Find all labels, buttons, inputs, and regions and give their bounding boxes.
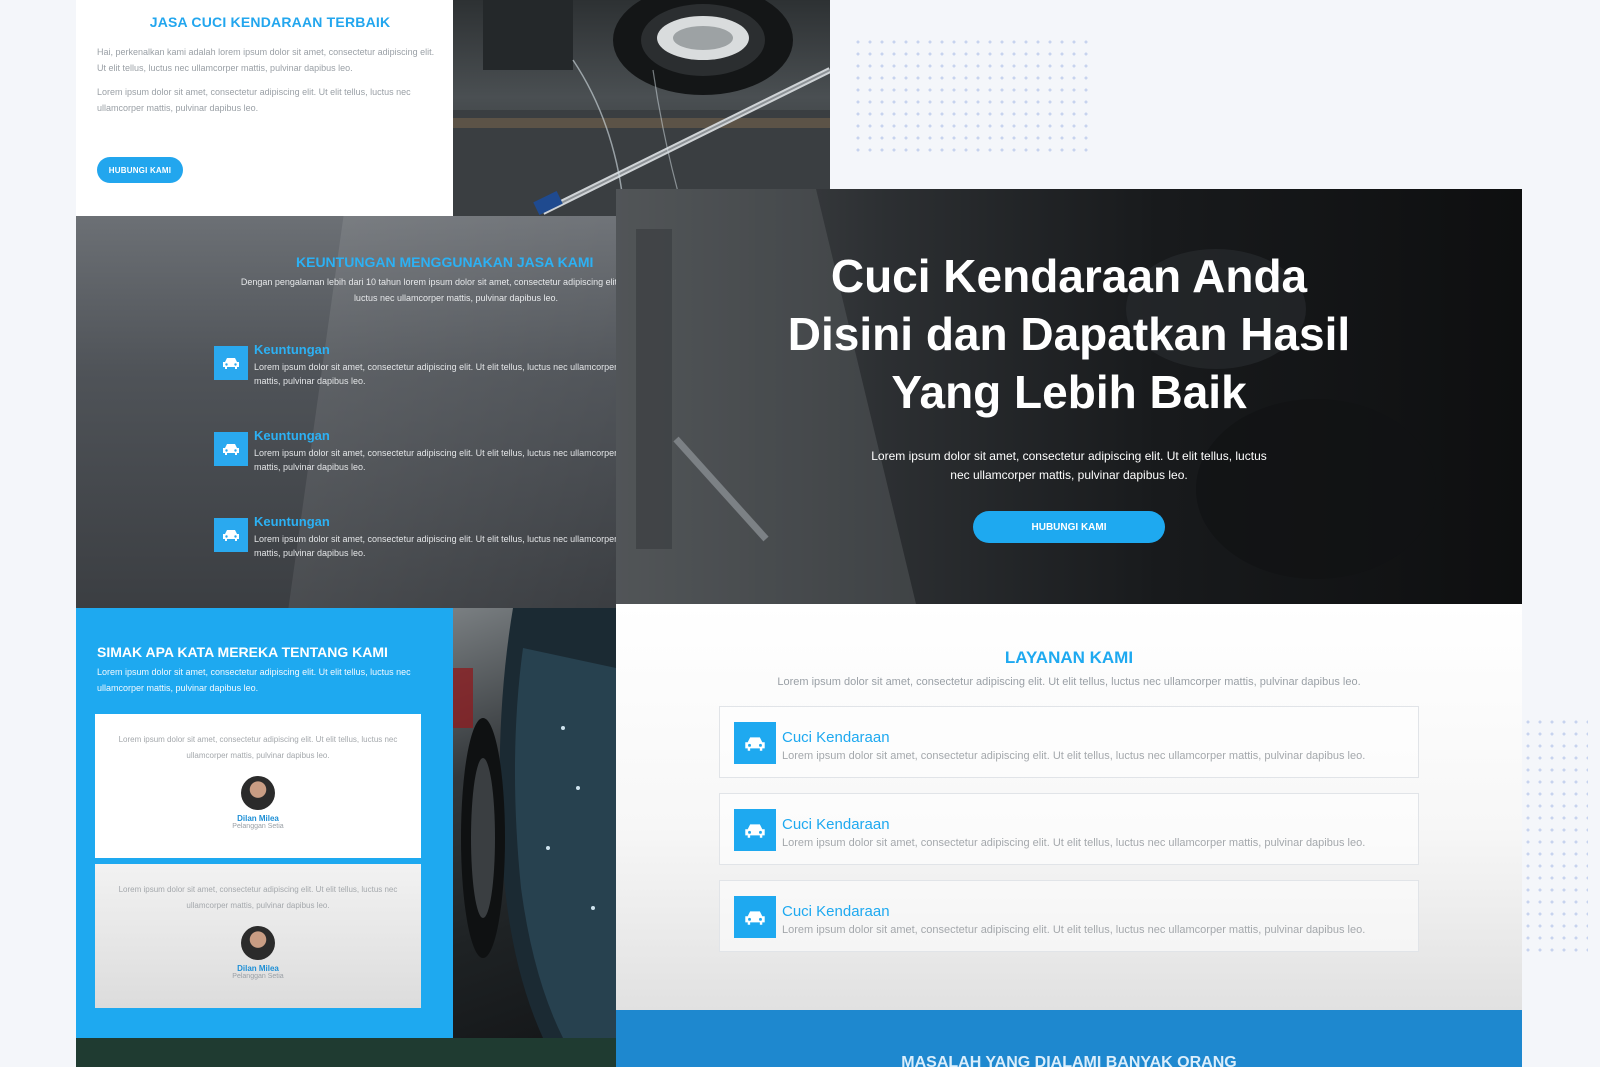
benefit-text: Lorem ipsum dolor sit amet, consectetur …	[254, 362, 616, 386]
hero-title: Cuci Kendaraan Anda Disini dan Dapatkan …	[616, 247, 1522, 421]
benefits-subtitle: Dengan pengalaman lebih dari 10 tahun lo…	[240, 277, 616, 303]
car-wash-photo	[453, 0, 830, 216]
avatar	[241, 926, 275, 960]
testimonial-name: Dilan Milea	[237, 964, 279, 973]
services-title: LAYANAN KAMI	[1004, 648, 1134, 667]
car-icon	[734, 722, 776, 764]
benefit-item: Keuntungan Lorem ipsum dolor sit amet, c…	[214, 342, 616, 398]
benefit-text: Lorem ipsum dolor sit amet, consectetur …	[254, 448, 616, 472]
about-contact-button[interactable]: HUBUNGI KAMI	[97, 157, 183, 183]
wet-car-photo	[453, 608, 616, 1038]
testimonials-section: SIMAK APA KATA MEREKA TENTANG KAMI Lorem…	[76, 608, 616, 1038]
hero-contact-button[interactable]: HUBUNGI KAMI	[973, 511, 1165, 543]
services-section: LAYANAN KAMI Lorem ipsum dolor sit amet,…	[616, 604, 1522, 1010]
hero-title-line-2: Disini dan Dapatkan Hasil	[787, 308, 1351, 360]
benefit-title: Keuntungan	[254, 514, 330, 529]
next-section-peek	[76, 1038, 616, 1067]
car-icon	[214, 518, 248, 552]
benefit-text: Lorem ipsum dolor sit amet, consectetur …	[254, 534, 616, 558]
testimonials-title: SIMAK APA KATA MEREKA TENTANG KAMI	[97, 644, 388, 660]
wet-car-illustration	[453, 608, 616, 1038]
about-section: JASA CUCI KENDARAAN TERBAIK Hai, perkena…	[76, 0, 830, 216]
hero-section: Cuci Kendaraan Anda Disini dan Dapatkan …	[616, 189, 1522, 604]
testimonials-subtitle: Lorem ipsum dolor sit amet, consectetur …	[97, 667, 411, 693]
problems-section: MASALAH YANG DIALAMI BANYAK ORANG	[616, 1010, 1522, 1067]
benefits-title: KEUNTUNGAN MENGGUNAKAN JASA KAMI	[296, 254, 594, 270]
service-text: Lorem ipsum dolor sit amet, consectetur …	[782, 837, 1366, 849]
testimonial-text: Lorem ipsum dolor sit amet, consectetur …	[118, 735, 398, 760]
service-card: Cuci Kendaraan Lorem ipsum dolor sit ame…	[719, 706, 1419, 778]
car-icon	[214, 432, 248, 466]
hero-title-line-3: Yang Lebih Baik	[891, 366, 1247, 418]
service-card: Cuci Kendaraan Lorem ipsum dolor sit ame…	[719, 793, 1419, 865]
testimonial-text: Lorem ipsum dolor sit amet, consectetur …	[118, 885, 398, 910]
testimonial-card: Lorem ipsum dolor sit amet, consectetur …	[95, 864, 421, 1008]
car-icon	[734, 809, 776, 851]
pressure-washer-illustration	[453, 0, 830, 216]
service-title: Cuci Kendaraan	[782, 903, 890, 920]
about-paragraph-1: Hai, perkenalkan kami adalah lorem ipsum…	[97, 47, 435, 73]
car-icon	[734, 896, 776, 938]
dot-grid-decoration-right	[1522, 716, 1588, 956]
dot-grid-decoration-top	[852, 36, 1092, 156]
testimonial-role: Pelanggan Setia	[232, 823, 284, 830]
benefit-title: Keuntungan	[254, 342, 330, 357]
service-title: Cuci Kendaraan	[782, 816, 890, 833]
benefit-item: Keuntungan Lorem ipsum dolor sit amet, c…	[214, 514, 616, 570]
benefit-title: Keuntungan	[254, 428, 330, 443]
problems-title: MASALAH YANG DIALAMI BANYAK ORANG	[901, 1054, 1237, 1067]
about-paragraph-2: Lorem ipsum dolor sit amet, consectetur …	[97, 87, 411, 113]
about-title: JASA CUCI KENDARAAN TERBAIK	[149, 14, 391, 30]
testimonial-role: Pelanggan Setia	[232, 973, 284, 980]
service-card: Cuci Kendaraan Lorem ipsum dolor sit ame…	[719, 880, 1419, 952]
benefits-section: KEUNTUNGAN MENGGUNAKAN JASA KAMI Dengan …	[76, 216, 616, 608]
service-text: Lorem ipsum dolor sit amet, consectetur …	[782, 750, 1366, 762]
services-subtitle: Lorem ipsum dolor sit amet, consectetur …	[777, 676, 1361, 688]
service-text: Lorem ipsum dolor sit amet, consectetur …	[782, 924, 1366, 936]
hero-subtitle: Lorem ipsum dolor sit amet, consectetur …	[871, 449, 1267, 482]
car-icon	[214, 346, 248, 380]
avatar	[241, 776, 275, 810]
hero-title-line-1: Cuci Kendaraan Anda	[830, 250, 1308, 302]
service-title: Cuci Kendaraan	[782, 729, 890, 746]
testimonial-card: Lorem ipsum dolor sit amet, consectetur …	[95, 714, 421, 858]
testimonial-name: Dilan Milea	[237, 814, 279, 823]
about-text-block: JASA CUCI KENDARAAN TERBAIK Hai, perkena…	[97, 14, 443, 124]
benefit-item: Keuntungan Lorem ipsum dolor sit amet, c…	[214, 428, 616, 484]
